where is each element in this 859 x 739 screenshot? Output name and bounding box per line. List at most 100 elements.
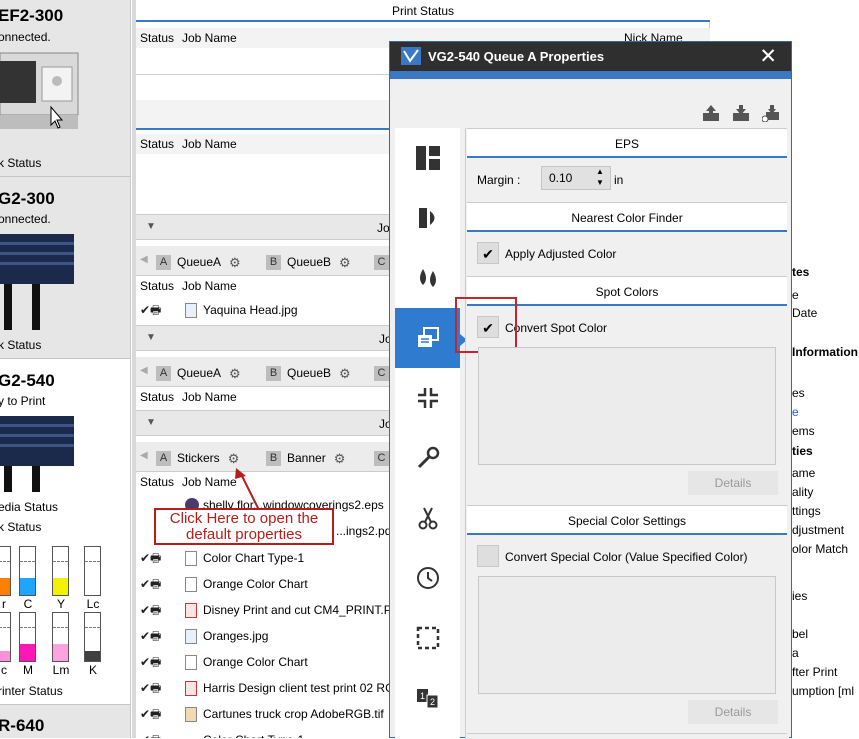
color-icon bbox=[418, 208, 434, 228]
nav-cut[interactable] bbox=[395, 488, 460, 548]
col-status[interactable]: Status bbox=[140, 472, 174, 492]
job-row[interactable]: ✔🖶 Cartunes truck crop AdobeRGB.tif bbox=[136, 701, 390, 727]
col-job-name[interactable]: Job Name bbox=[182, 472, 237, 492]
scroll-left-icon[interactable]: ◀ bbox=[140, 254, 148, 265]
col-job-name[interactable]: Job Name bbox=[182, 134, 237, 154]
job-row[interactable]: ✔🖶 Orange Color Chart bbox=[136, 571, 390, 597]
job-name: Oranges.jpg bbox=[203, 629, 269, 643]
divider bbox=[136, 74, 390, 75]
gear-icon[interactable]: ⚙ bbox=[229, 251, 241, 275]
nav-color[interactable] bbox=[395, 188, 460, 248]
image-file-icon bbox=[185, 629, 197, 644]
job-row[interactable]: ✔🖶 Harris Design client test print 02 RG bbox=[136, 675, 390, 701]
collapse-icon[interactable]: ▼ bbox=[146, 417, 156, 428]
tab-queue-b[interactable]: B QueueB ⚙ bbox=[266, 250, 351, 274]
scroll-left-icon[interactable]: ◀ bbox=[140, 365, 148, 376]
tab-letter: C bbox=[374, 451, 389, 467]
nav-spot-color[interactable] bbox=[395, 308, 460, 368]
gear-icon[interactable]: ⚙ bbox=[339, 362, 351, 386]
spin-down-icon[interactable]: ▼ bbox=[596, 178, 604, 187]
nav-layout[interactable] bbox=[395, 128, 460, 188]
nav-tools[interactable] bbox=[395, 428, 460, 488]
margin-label: Margin : bbox=[477, 173, 521, 187]
import-icon[interactable] bbox=[732, 104, 750, 122]
gear-icon[interactable]: ⚙ bbox=[334, 447, 346, 471]
printer-status: onnected. bbox=[0, 30, 51, 44]
category-nav: 12 bbox=[395, 128, 460, 739]
info-link[interactable]: e bbox=[792, 405, 799, 419]
spot-color-list[interactable] bbox=[478, 347, 776, 465]
apply-adjusted-color-label[interactable]: Apply Adjusted Color bbox=[505, 247, 616, 261]
apply-adjusted-color-checkbox[interactable]: ✔ bbox=[477, 242, 499, 264]
tab-letter: B bbox=[266, 451, 281, 467]
status-check-icon: ✔🖶 bbox=[140, 629, 162, 643]
tab-banner[interactable]: B Banner ⚙ bbox=[266, 446, 345, 470]
group-bar[interactable]: ▼ Jo bbox=[136, 325, 392, 351]
convert-spot-color-label[interactable]: Convert Spot Color bbox=[505, 321, 607, 335]
col-status[interactable]: Status bbox=[140, 28, 174, 48]
gear-icon[interactable]: ⚙ bbox=[229, 362, 241, 386]
tab-stickers[interactable]: A Stickers ⚙ bbox=[156, 446, 239, 470]
dialog-titlebar[interactable]: VG2-540 Queue A Properties ✕ bbox=[390, 42, 791, 71]
col-job-name[interactable]: Job Name bbox=[182, 387, 237, 407]
divider bbox=[0, 704, 130, 705]
job-row[interactable]: ✔🖶 Color Chart Type-1 bbox=[136, 727, 390, 738]
tab-label: Stickers bbox=[177, 451, 220, 465]
col-status[interactable]: Status bbox=[140, 387, 174, 407]
annotation-line: Click Here to open the bbox=[169, 510, 319, 527]
nav-ink[interactable] bbox=[395, 248, 460, 308]
gear-icon[interactable]: ⚙ bbox=[339, 251, 351, 275]
convert-special-color-checkbox[interactable] bbox=[477, 545, 499, 567]
printer-name[interactable]: R-640 bbox=[0, 716, 44, 736]
section-header bbox=[136, 100, 390, 130]
info-item: ies bbox=[792, 589, 808, 603]
info-item: ems bbox=[792, 424, 815, 438]
ink-level-gauge bbox=[52, 612, 69, 662]
printer-image bbox=[0, 234, 74, 330]
job-row[interactable]: ✔🖶 Oranges.jpg bbox=[136, 623, 390, 649]
tab-queue-b[interactable]: B QueueB ⚙ bbox=[266, 361, 351, 385]
job-row[interactable]: ✔🖶 Yaquina Head.jpg bbox=[136, 297, 390, 323]
scroll-left-icon[interactable]: ◀ bbox=[140, 450, 148, 461]
collapse-icon[interactable]: ▼ bbox=[146, 221, 156, 232]
col-job-name[interactable]: Job Name bbox=[182, 28, 237, 48]
nav-shrink[interactable] bbox=[395, 368, 460, 428]
spot-details-button[interactable]: Details bbox=[688, 471, 778, 495]
special-color-list[interactable] bbox=[478, 576, 776, 694]
printer-image bbox=[0, 416, 74, 492]
dialog-title: VG2-540 Queue A Properties bbox=[428, 49, 605, 64]
col-status[interactable]: Status bbox=[140, 276, 174, 296]
collapse-icon[interactable]: ▼ bbox=[146, 332, 156, 343]
status-check-icon: ✔🖶 bbox=[140, 727, 161, 738]
group-bar[interactable]: ▼ Jo bbox=[136, 410, 392, 436]
ink-level-gauge bbox=[84, 612, 101, 662]
nav-schedule[interactable] bbox=[395, 548, 460, 608]
info-heading: ties bbox=[792, 444, 813, 458]
tab-letter: A bbox=[156, 255, 171, 271]
nav-pages[interactable]: 12 bbox=[395, 668, 460, 728]
special-details-button[interactable]: Details bbox=[688, 700, 778, 724]
close-icon[interactable]: ✕ bbox=[759, 44, 777, 69]
ink-level-gauge bbox=[52, 546, 69, 596]
nav-crop[interactable] bbox=[395, 608, 460, 668]
tab-queue-a[interactable]: A QueueA ⚙ bbox=[156, 361, 241, 385]
col-job-name[interactable]: Job Name bbox=[182, 276, 237, 296]
status-check-icon: ✔🖶 bbox=[140, 577, 162, 591]
spin-up-icon[interactable]: ▲ bbox=[596, 167, 604, 176]
col-status[interactable]: Status bbox=[140, 134, 174, 154]
convert-special-color-label[interactable]: Convert Special Color (Value Specified C… bbox=[505, 550, 748, 564]
import-add-icon[interactable] bbox=[762, 104, 780, 122]
margin-spinbox[interactable]: 0.10 ▲ ▼ bbox=[541, 166, 611, 190]
job-row[interactable]: ✔🖶 Color Chart Type-1 bbox=[136, 545, 390, 571]
job-row[interactable]: ✔🖶 Disney Print and cut CM4_PRINT.PD bbox=[136, 597, 390, 623]
job-row[interactable]: ✔🖶 Orange Color Chart bbox=[136, 649, 390, 675]
job-name: Color Chart Type-1 bbox=[203, 551, 305, 565]
export-icon[interactable] bbox=[702, 104, 720, 122]
shrink-icon bbox=[417, 388, 438, 408]
group-bar[interactable]: ▼ Jo bbox=[136, 214, 390, 240]
status-check-icon: ✔🖶 bbox=[140, 551, 162, 565]
job-list-empty bbox=[136, 154, 390, 204]
tab-label: QueueA bbox=[177, 366, 222, 380]
tab-letter: A bbox=[156, 451, 171, 467]
tab-queue-a[interactable]: A QueueA ⚙ bbox=[156, 250, 241, 274]
